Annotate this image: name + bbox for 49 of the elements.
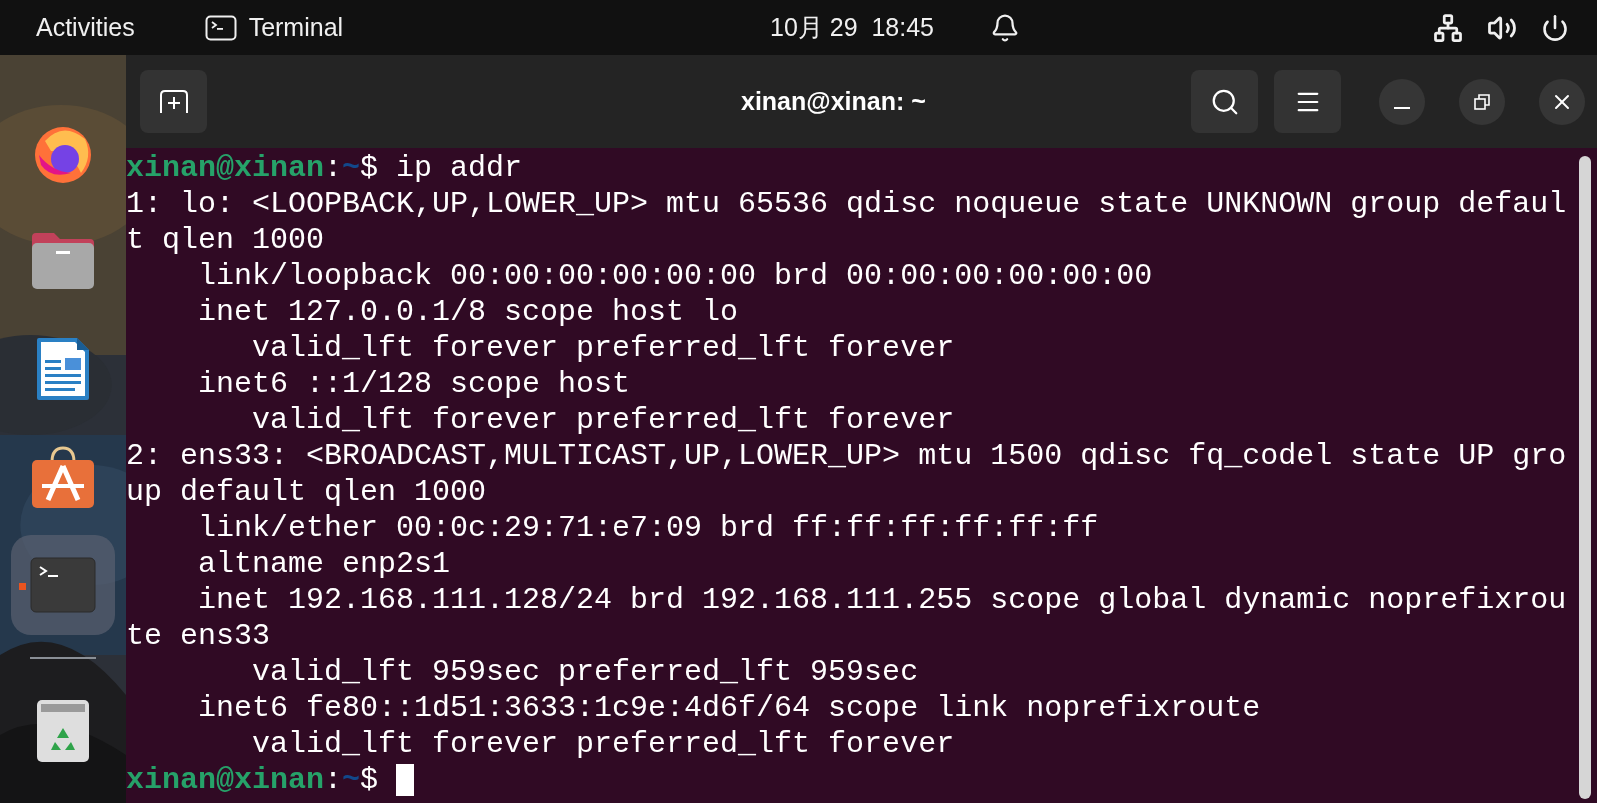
prompt-user: xinan@xinan <box>126 150 325 186</box>
output-line: valid_lft 959sec preferred_lft 959sec <box>251 654 919 690</box>
prompt-separator: : <box>324 762 343 798</box>
prompt-path: ~ <box>342 762 361 798</box>
output-line: te ens33 <box>126 618 271 654</box>
app-menu[interactable]: Terminal <box>248 8 344 47</box>
output-line: valid_lft forever preferred_lft forever <box>251 726 955 762</box>
terminal-icon <box>204 14 237 41</box>
output-line: link/loopback 00:00:00:00:00:00 brd 00:00:00:00:00:00 <box>197 258 1153 294</box>
output-line: inet 127.0.0.1/8 scope host lo <box>197 294 739 330</box>
prompt-separator: : <box>324 150 343 186</box>
power-icon[interactable] <box>1541 13 1569 42</box>
cursor <box>396 764 415 796</box>
recycle-bin-icon <box>35 698 91 764</box>
prompt-user: xinan@xinan <box>126 762 325 798</box>
terminal-icon <box>30 557 96 613</box>
output-line: t qlen 1000 <box>126 222 325 258</box>
minimize-icon <box>1394 106 1410 109</box>
activities-button[interactable]: Activities <box>36 8 135 47</box>
command: ip addr <box>396 150 523 186</box>
output-line: valid_lft forever preferred_lft forever <box>251 330 955 366</box>
menu-button[interactable] <box>1274 70 1341 133</box>
clock[interactable]: 10月 29 18:45 <box>770 8 934 47</box>
network-icon[interactable] <box>1433 12 1463 43</box>
prompt-symbol: $ <box>360 150 380 186</box>
new-tab-icon <box>158 88 189 115</box>
output-line: inet6 fe80::1d51:3633:1c9e:4d6f/64 scope link noprefixroute <box>197 690 1261 726</box>
document-icon <box>35 336 91 402</box>
output-line: inet 192.168.111.128/24 brd 192.168.111.255 scope global dynamic noprefixrou <box>197 582 1567 618</box>
prompt-path: ~ <box>342 150 361 186</box>
folder-icon <box>30 231 96 291</box>
window-title: xinan@xinan: ~ <box>741 85 926 117</box>
notification-bell-icon <box>990 12 1020 43</box>
restore-button[interactable] <box>1459 78 1505 125</box>
prompt-symbol: $ <box>360 762 380 798</box>
new-tab-button[interactable] <box>140 70 207 133</box>
output-line: up default qlen 1000 <box>126 474 487 510</box>
output-line: 2: ens33: <BROADCAST,MULTICAST,UP,LOWER_UP> mtu 1500 qdisc fq_codel state UP gro <box>126 438 1567 474</box>
search-button[interactable] <box>1191 70 1258 133</box>
scrollbar[interactable] <box>1579 156 1591 799</box>
output-line: 1: lo: <LOOPBACK,UP,LOWER_UP> mtu 65536 qdisc noqueue state UNKNOWN group defaul <box>126 186 1567 222</box>
output-line: altname enp2s1 <box>197 546 451 582</box>
close-button[interactable] <box>1539 78 1585 125</box>
running-indicator <box>19 583 26 590</box>
output-line: link/ether 00:0c:29:71:e7:09 brd ff:ff:ff:ff:ff:ff <box>197 510 1099 546</box>
output-line: inet6 ::1/128 scope host <box>197 366 631 402</box>
restore-icon <box>1474 93 1490 110</box>
shopping-bag-icon <box>30 444 96 510</box>
output-line: valid_lft forever preferred_lft forever <box>251 402 955 438</box>
